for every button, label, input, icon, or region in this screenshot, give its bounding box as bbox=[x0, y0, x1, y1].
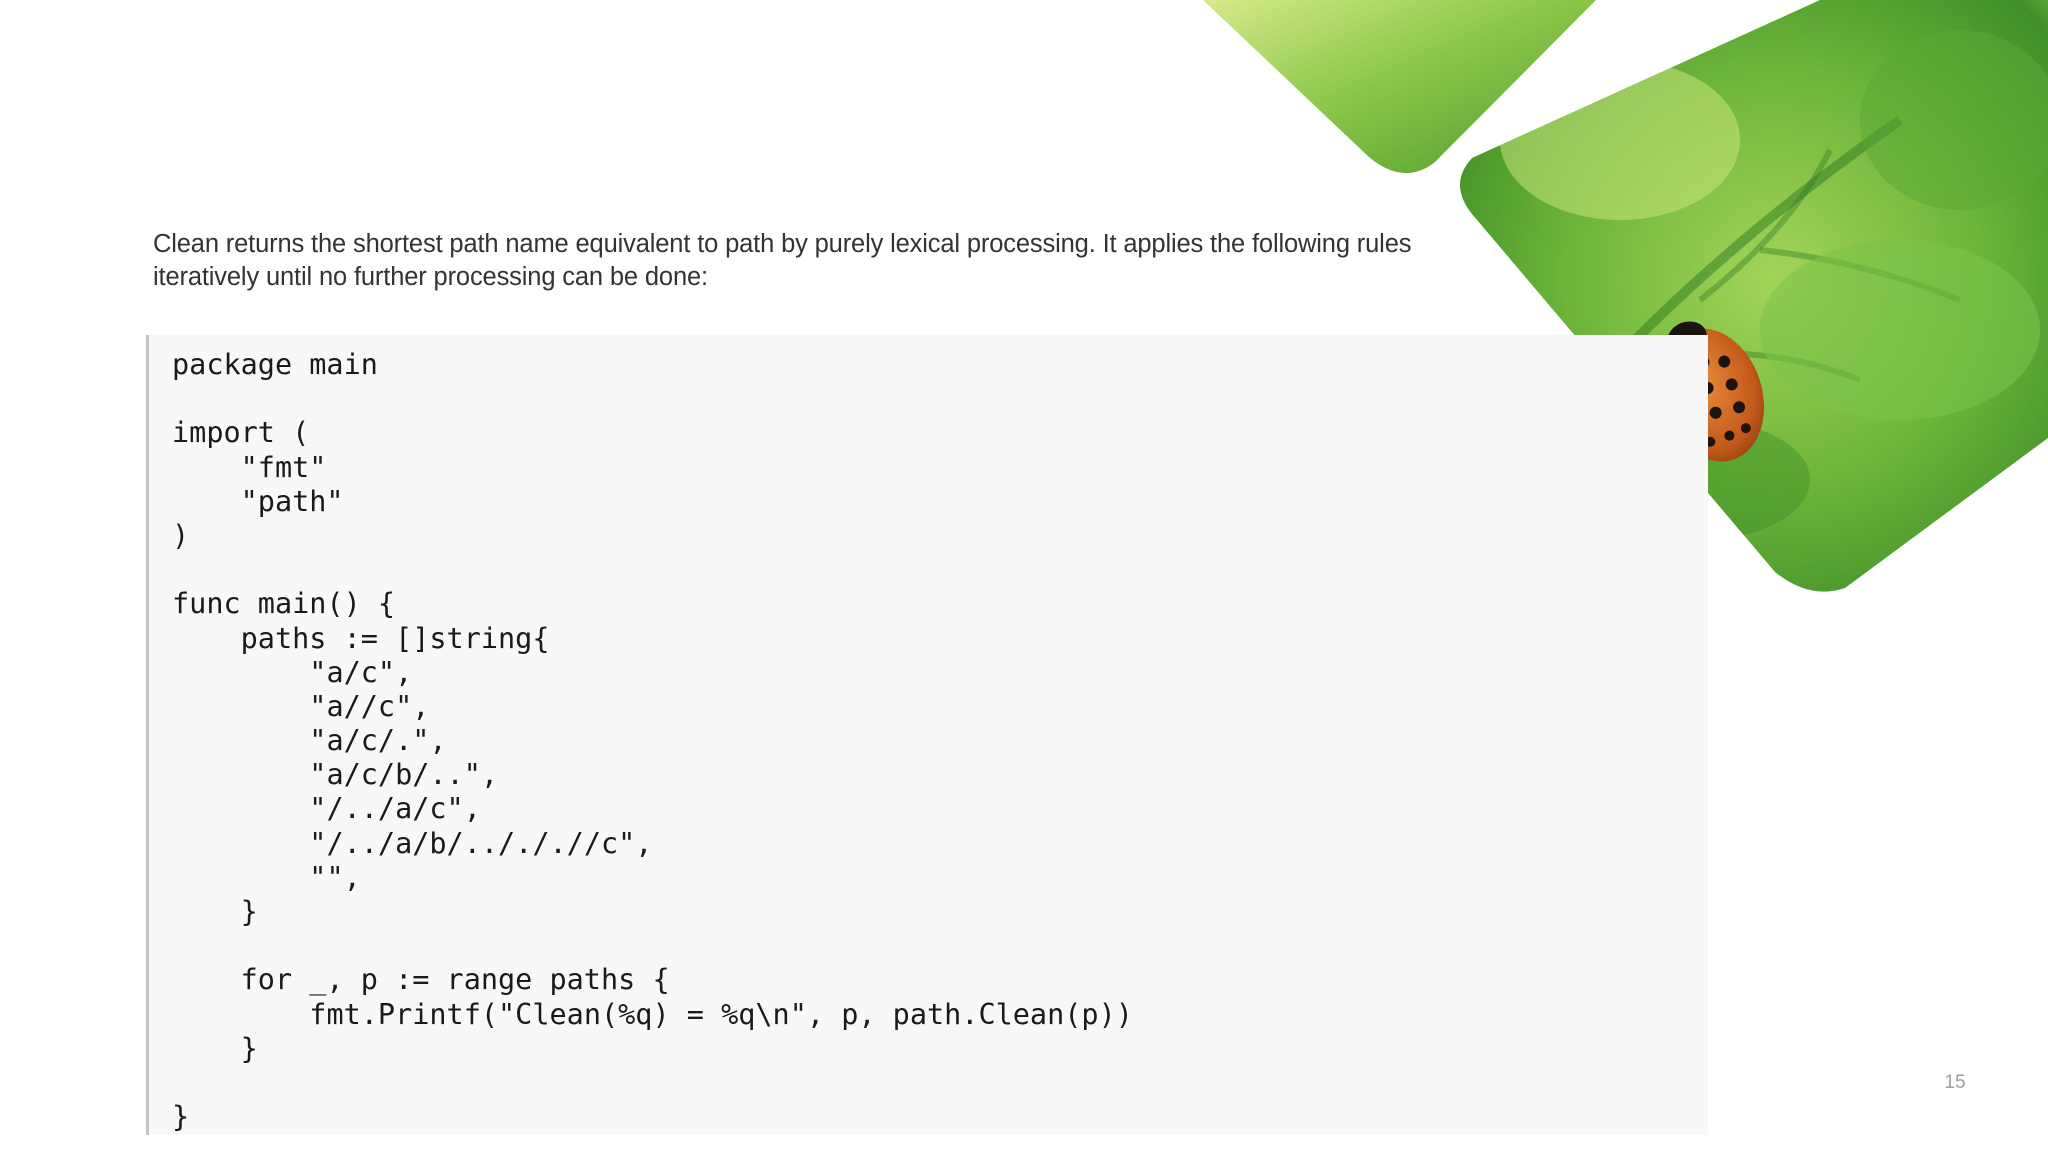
code-line: for _, p := range paths { bbox=[172, 963, 670, 997]
code-line: } bbox=[172, 895, 258, 928]
code-line: ) bbox=[172, 518, 190, 552]
page-number: 15 bbox=[1944, 1072, 1966, 1093]
code-line: "fmt" bbox=[172, 450, 327, 484]
code-line: fmt.Printf("Clean(%q) = %q\n", p, path.C… bbox=[172, 997, 1133, 1031]
code-line: "", bbox=[172, 860, 361, 894]
code-line: func main() { bbox=[172, 587, 396, 621]
code-line: "path" bbox=[172, 484, 344, 518]
code-panel: package main import ( "fmt" "path") func m… bbox=[146, 335, 1708, 1135]
code-line: import ( bbox=[172, 416, 310, 450]
code-line: "a/c/b/..", bbox=[172, 758, 499, 792]
code-line: } bbox=[172, 1031, 258, 1065]
code-line: } bbox=[172, 1100, 190, 1134]
code-line: "a/c/.", bbox=[172, 724, 447, 758]
code-line: "/../a/b/../././/c", bbox=[172, 826, 653, 860]
code-line: package main bbox=[172, 348, 378, 381]
slide-description: Clean returns the shortest path name equ… bbox=[153, 230, 1412, 291]
code-line: "/../a/c", bbox=[172, 792, 481, 826]
code-block: package main import ( "fmt" "path") func m… bbox=[172, 348, 1133, 1134]
code-line: paths := []string{ bbox=[172, 621, 550, 655]
code-line: "a/c", bbox=[172, 655, 413, 689]
code-line: "a//c", bbox=[172, 689, 430, 723]
